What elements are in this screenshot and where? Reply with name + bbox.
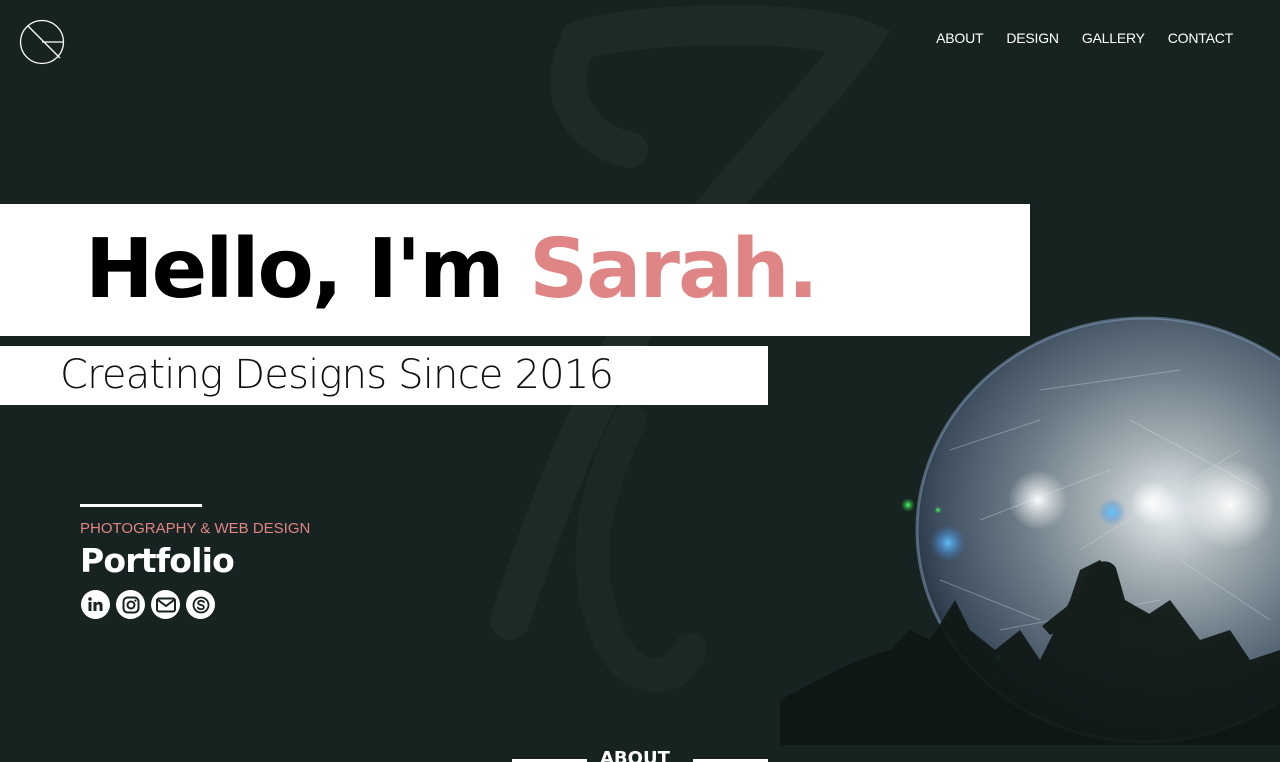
landing-page: ABOUT DESIGN GALLERY CONTACT Hello, I'm … [0, 0, 1280, 762]
instagram-icon[interactable] [116, 590, 145, 619]
divider-rule [80, 504, 202, 507]
nav-design[interactable]: DESIGN [1006, 30, 1059, 46]
logo-icon[interactable] [19, 19, 65, 65]
nav-gallery[interactable]: GALLERY [1082, 30, 1145, 46]
main-nav: ABOUT DESIGN GALLERY CONTACT [913, 30, 1233, 46]
hero-photo [780, 316, 1280, 745]
hero-tagline: Creating Designs Since 2016 [60, 352, 614, 398]
intro-title: Portfolio [80, 541, 235, 580]
linkedin-icon[interactable] [81, 590, 110, 619]
hero-name: Sarah. [529, 222, 819, 317]
about-heading: ABOUT [600, 748, 670, 762]
social-links [81, 590, 215, 619]
hero-greeting: Hello, I'm [85, 222, 530, 317]
mail-icon[interactable] [151, 590, 180, 619]
nav-contact[interactable]: CONTACT [1168, 30, 1233, 46]
nav-about[interactable]: ABOUT [936, 30, 983, 46]
skype-icon[interactable] [186, 590, 215, 619]
intro-kicker: PHOTOGRAPHY & WEB DESIGN [80, 520, 311, 537]
hero-title: Hello, I'm Sarah. [85, 222, 819, 318]
